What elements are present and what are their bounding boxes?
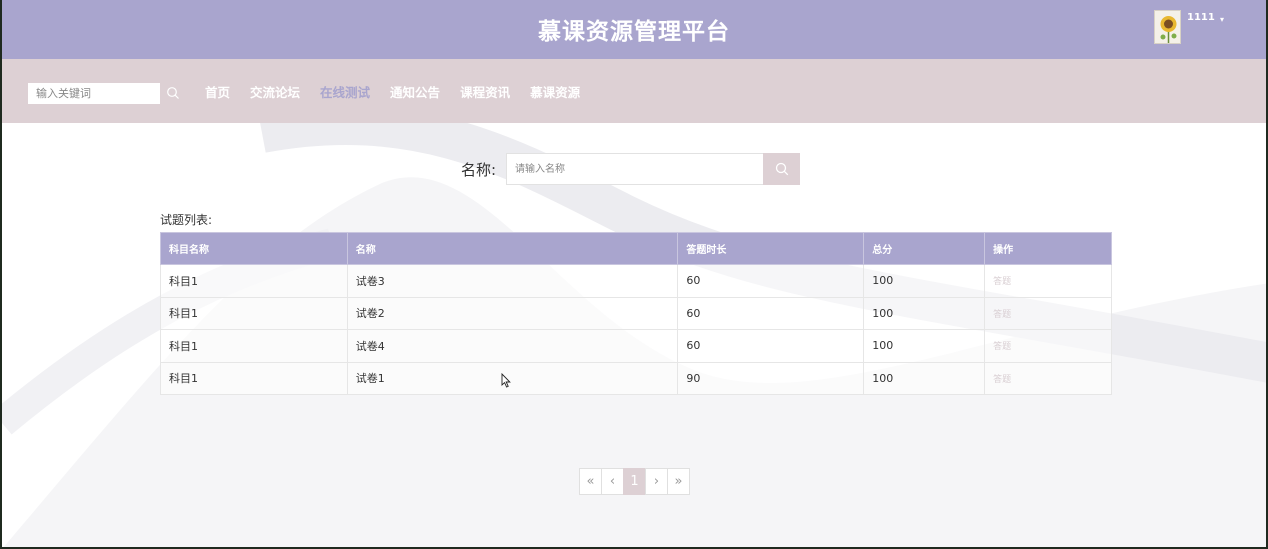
last-page-button[interactable]: » [667, 468, 690, 495]
name-search-input[interactable] [506, 153, 764, 185]
table-row: 科目1 试卷1 90 100 答题 [160, 361, 1112, 395]
cell-score: 100 [863, 264, 986, 298]
cell-name: 试卷3 [346, 264, 679, 298]
cell-name: 试卷2 [346, 296, 679, 330]
nav-links: 首页 交流论坛 在线测试 通知公告 课程资讯 慕课资源 [205, 82, 600, 101]
cell-duration: 60 [677, 264, 865, 298]
site-title: 慕课资源管理平台 [538, 19, 730, 45]
nav-link-course-news[interactable]: 课程资讯 [460, 82, 510, 101]
name-search-button[interactable] [763, 153, 800, 185]
username[interactable]: 1111 [1187, 12, 1215, 23]
table-header-row: 科目名称 名称 答题时长 总分 操作 [160, 232, 1112, 265]
cell-name: 试卷4 [346, 329, 679, 363]
search-icon[interactable] [166, 86, 180, 100]
column-header-duration: 答题时长 [677, 232, 865, 265]
prev-page-button[interactable]: ‹ [601, 468, 624, 495]
answer-button[interactable]: 答题 [984, 329, 1112, 363]
pagination: « ‹ 1 › » [579, 468, 690, 495]
current-page-button[interactable]: 1 [623, 468, 646, 495]
nav-link-forum[interactable]: 交流论坛 [250, 82, 300, 101]
mouse-cursor-icon [501, 373, 511, 388]
cell-subject: 科目1 [160, 361, 348, 395]
cell-duration: 90 [677, 361, 865, 395]
first-page-button[interactable]: « [579, 468, 602, 495]
nav-link-mooc-resources[interactable]: 慕课资源 [530, 82, 580, 101]
answer-button[interactable]: 答题 [984, 296, 1112, 330]
search-icon [775, 162, 788, 176]
table-row: 科目1 试卷2 60 100 答题 [160, 296, 1112, 330]
cell-duration: 60 [677, 296, 865, 330]
nav-link-announcements[interactable]: 通知公告 [390, 82, 440, 101]
sunflower-avatar-icon [1155, 11, 1180, 43]
main-navbar: 首页 交流论坛 在线测试 通知公告 课程资讯 慕课资源 [2, 59, 1266, 123]
cell-subject: 科目1 [160, 329, 348, 363]
cell-name: 试卷1 [346, 361, 679, 395]
column-header-action: 操作 [984, 232, 1112, 265]
exam-table: 科目名称 名称 答题时长 总分 操作 科目1 试卷3 60 100 答题 科目1 [160, 232, 1112, 395]
cell-score: 100 [863, 361, 986, 395]
nav-link-home[interactable]: 首页 [205, 82, 230, 101]
column-header-name: 名称 [346, 232, 679, 265]
table-row: 科目1 试卷4 60 100 答题 [160, 329, 1112, 363]
table-row: 科目1 试卷3 60 100 答题 [160, 264, 1112, 298]
keyword-search-input[interactable] [28, 83, 160, 104]
answer-button[interactable]: 答题 [984, 361, 1112, 395]
exam-list-title: 试题列表: [160, 213, 213, 227]
browser-frame: 慕课资源管理平台 1111 ▾ 输入关键词 首页 交流论坛 在线测试 通知公告 … [0, 0, 1268, 549]
site-header: 慕课资源管理平台 1111 ▾ [2, 0, 1266, 59]
column-header-score: 总分 [863, 232, 986, 265]
next-page-button[interactable]: › [645, 468, 668, 495]
cell-subject: 科目1 [160, 296, 348, 330]
cell-subject: 科目1 [160, 264, 348, 298]
column-header-subject: 科目名称 [160, 232, 348, 265]
cell-score: 100 [863, 329, 986, 363]
avatar[interactable] [1154, 10, 1181, 44]
cell-duration: 60 [677, 329, 865, 363]
name-search-label: 名称: [461, 161, 497, 179]
chevron-down-icon[interactable]: ▾ [1220, 15, 1224, 24]
cell-score: 100 [863, 296, 986, 330]
nav-link-online-test[interactable]: 在线测试 [320, 82, 370, 101]
answer-button[interactable]: 答题 [984, 264, 1112, 298]
main-content: 名称: 试题列表: 科目名称 名称 答题时长 总分 操作 [2, 123, 1266, 547]
